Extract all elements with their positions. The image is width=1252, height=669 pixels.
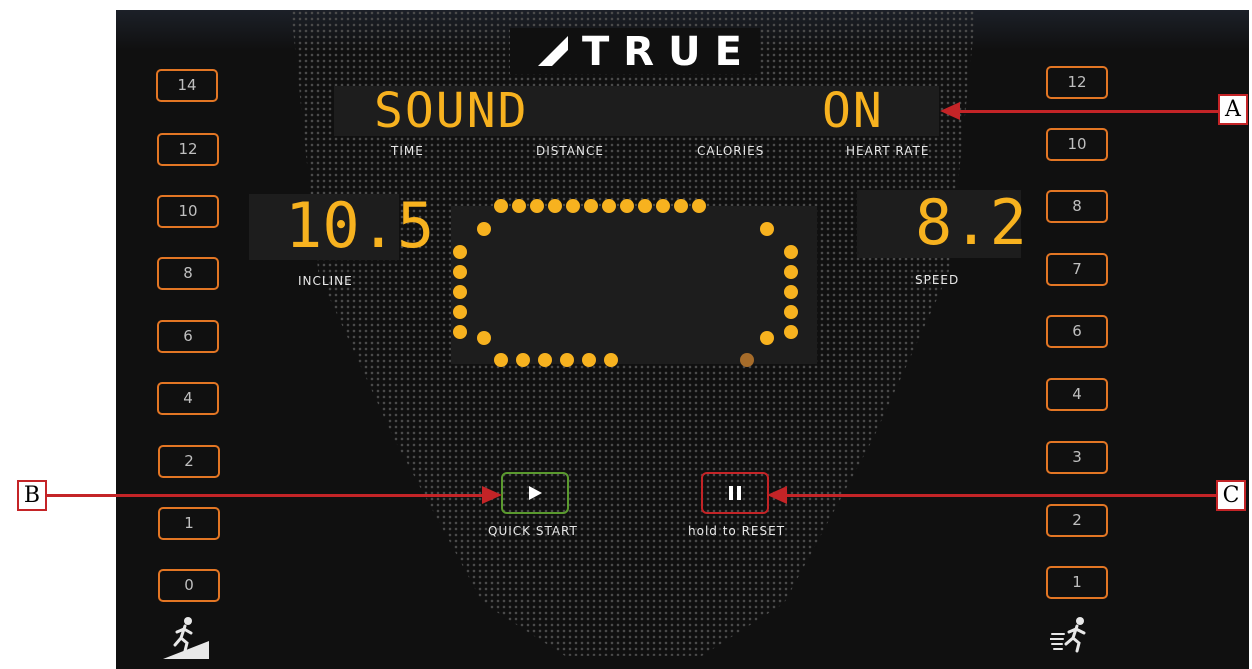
incline-preset-button[interactable]: 6 — [157, 320, 219, 353]
speed-preset-button[interactable]: 3 — [1046, 441, 1108, 474]
callout-a-arrow — [960, 110, 1218, 113]
incline-preset-button[interactable]: 0 — [158, 569, 220, 602]
speed-preset-button[interactable]: 7 — [1046, 253, 1108, 286]
incline-preset-button[interactable]: 4 — [157, 382, 219, 415]
track-led-dot — [453, 325, 467, 339]
speed-runner-icon — [1050, 617, 1086, 653]
track-led-display — [451, 199, 817, 367]
speed-preset-button[interactable]: 6 — [1046, 315, 1108, 348]
track-led-dot — [453, 245, 467, 259]
quick-start-label: QUICK START — [488, 524, 578, 538]
track-led-dot — [604, 353, 618, 367]
metric-label-time: TIME — [391, 144, 424, 158]
incline-preset-button[interactable]: 12 — [157, 133, 219, 166]
speed-label: SPEED — [915, 273, 960, 287]
track-led-dot — [453, 305, 467, 319]
brand-logo: TRUE — [510, 28, 760, 74]
callout-b-arrow — [47, 494, 482, 497]
incline-runner-icon — [163, 617, 209, 659]
track-led-dot — [548, 199, 562, 213]
callout-c: C — [1216, 480, 1246, 511]
track-position-dot — [740, 353, 754, 367]
speed-preset-button[interactable]: 1 — [1046, 566, 1108, 599]
track-led-dot — [656, 199, 670, 213]
treadmill-console: TRUE SOUND ON TIME DISTANCE CALORIES HEA… — [116, 10, 1249, 669]
speed-preset-button[interactable]: 2 — [1046, 504, 1108, 537]
track-led-dot — [784, 245, 798, 259]
incline-preset-button[interactable]: 8 — [157, 257, 219, 290]
callout-c-arrow — [787, 494, 1216, 497]
message-display: SOUND ON — [334, 86, 939, 136]
track-led-dot — [477, 331, 491, 345]
brand-name: TRUE — [582, 29, 756, 75]
track-led-dot — [638, 199, 652, 213]
message-right: ON — [822, 83, 884, 139]
track-led-dot — [453, 265, 467, 279]
play-icon — [529, 486, 542, 500]
track-led-dot — [620, 199, 634, 213]
track-led-dot — [584, 199, 598, 213]
track-led-dot — [760, 331, 774, 345]
incline-display: 10.5 — [249, 191, 434, 261]
track-led-dot — [560, 353, 574, 367]
track-led-dot — [494, 199, 508, 213]
quick-start-button[interactable] — [501, 472, 569, 514]
callout-b-arrowhead — [482, 486, 502, 504]
track-led-dot — [494, 353, 508, 367]
track-led-dot — [784, 285, 798, 299]
metric-label-heart-rate: HEART RATE — [846, 144, 930, 158]
stop-reset-label: hold to RESET — [688, 524, 786, 538]
track-led-dot — [477, 222, 491, 236]
incline-value: 10.5 — [285, 189, 435, 262]
track-led-dot — [602, 199, 616, 213]
message-left: SOUND — [374, 83, 529, 139]
speed-value: 8.2 — [915, 186, 1027, 259]
track-led-dot — [582, 353, 596, 367]
incline-preset-button[interactable]: 2 — [158, 445, 220, 478]
track-led-dot — [453, 285, 467, 299]
true-logo-icon — [538, 36, 568, 66]
track-led-dot — [784, 325, 798, 339]
metric-label-distance: DISTANCE — [536, 144, 604, 158]
pause-icon — [729, 486, 741, 500]
callout-a: A — [1218, 94, 1248, 125]
stop-reset-button[interactable] — [701, 472, 769, 514]
speed-preset-button[interactable]: 12 — [1046, 66, 1108, 99]
speed-display: 8.2 — [857, 188, 1027, 258]
track-led-dot — [516, 353, 530, 367]
track-led-dot — [760, 222, 774, 236]
track-led-dot — [784, 265, 798, 279]
track-led-dot — [530, 199, 544, 213]
metric-label-calories: CALORIES — [697, 144, 765, 158]
incline-preset-button[interactable]: 14 — [156, 69, 218, 102]
track-led-dot — [512, 199, 526, 213]
track-led-dot — [784, 305, 798, 319]
speed-preset-button[interactable]: 10 — [1046, 128, 1108, 161]
incline-label: INCLINE — [298, 274, 353, 288]
incline-preset-button[interactable]: 10 — [157, 195, 219, 228]
speed-preset-button[interactable]: 8 — [1046, 190, 1108, 223]
incline-preset-button[interactable]: 1 — [158, 507, 220, 540]
callout-a-arrowhead — [940, 102, 960, 120]
callout-c-arrowhead — [767, 486, 787, 504]
track-led-dot — [692, 199, 706, 213]
track-led-dot — [674, 199, 688, 213]
track-led-dot — [566, 199, 580, 213]
speed-preset-button[interactable]: 4 — [1046, 378, 1108, 411]
track-led-dot — [538, 353, 552, 367]
callout-b: B — [17, 480, 47, 511]
